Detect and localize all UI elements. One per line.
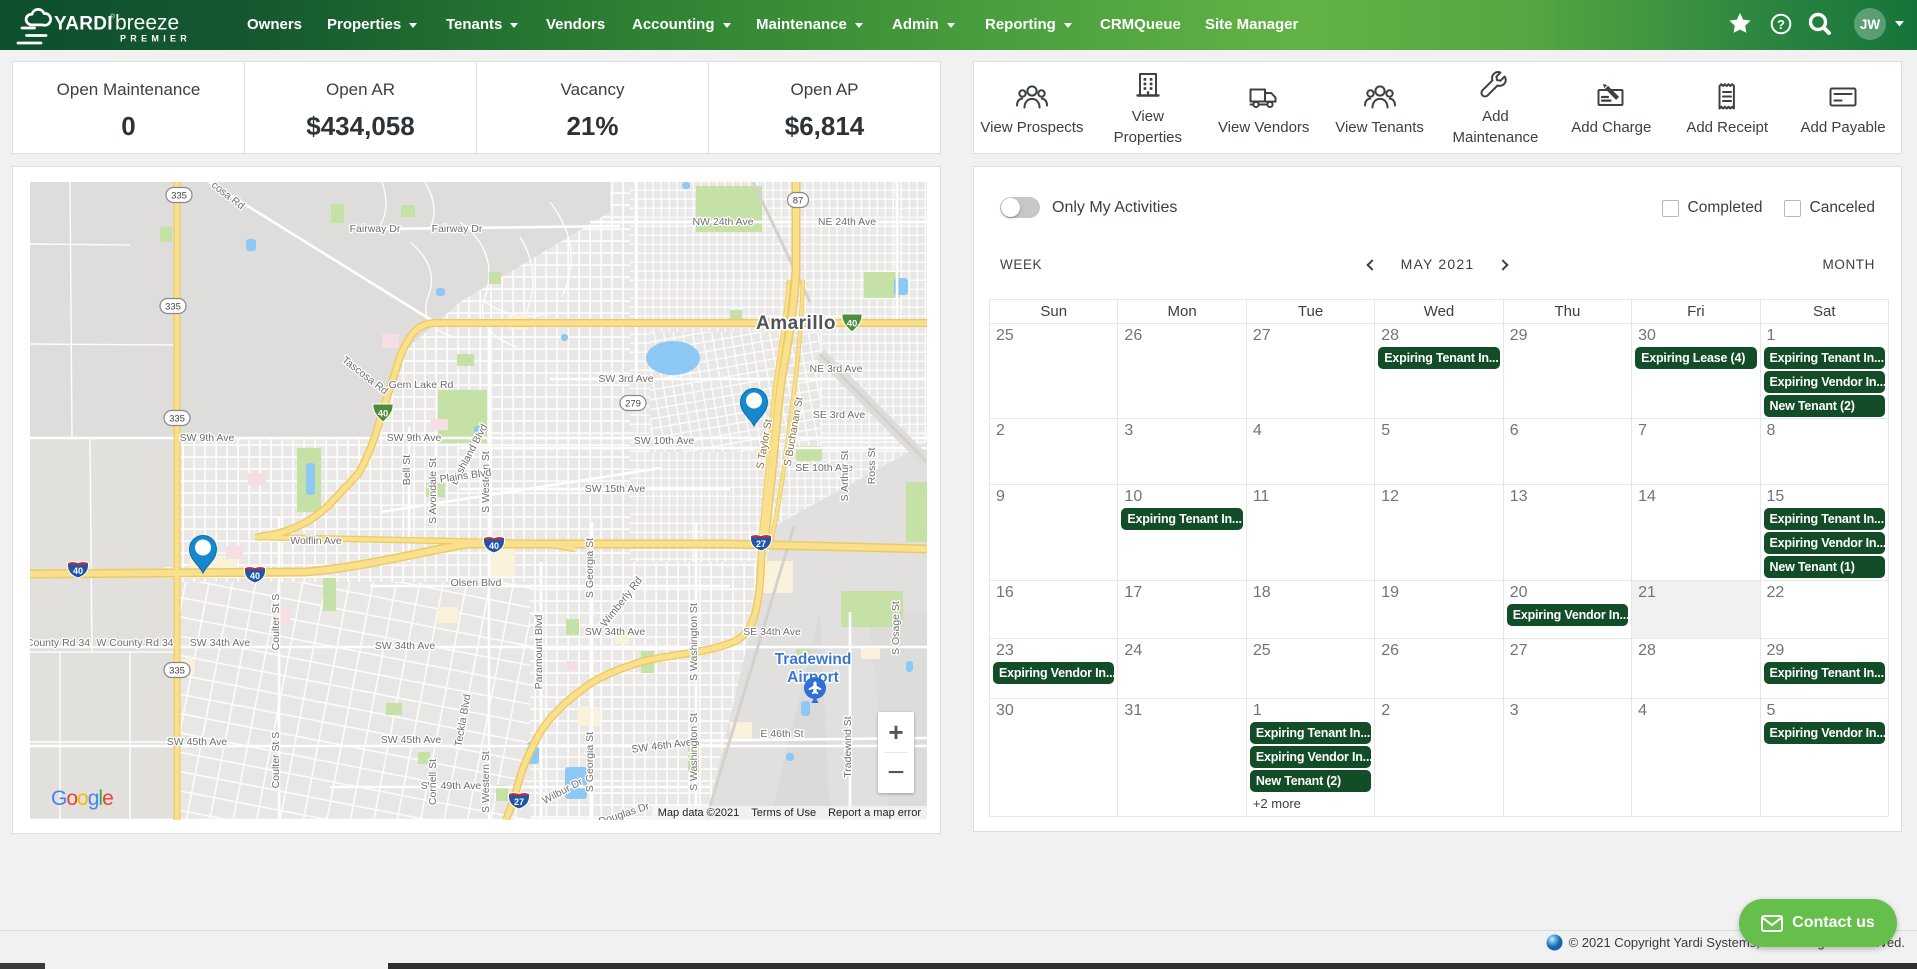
svg-text:40: 40 bbox=[378, 409, 389, 420]
svg-text:NE 24th Ave: NE 24th Ave bbox=[818, 216, 876, 228]
svg-text:Tradewind St: Tradewind St bbox=[842, 716, 854, 778]
svg-text:Tradewind: Tradewind bbox=[775, 651, 852, 668]
svg-text:SE 34th Ave: SE 34th Ave bbox=[743, 626, 801, 638]
svg-text:Coulter St S: Coulter St S bbox=[270, 594, 282, 651]
svg-text:Paramount Blvd: Paramount Blvd bbox=[533, 614, 545, 689]
svg-text:SW 45th Ave: SW 45th Ave bbox=[167, 736, 228, 748]
svg-text:Gem Lake Rd: Gem Lake Rd bbox=[389, 379, 454, 391]
svg-text:SW 3rd Ave: SW 3rd Ave bbox=[598, 373, 653, 385]
svg-text:Ross St: Ross St bbox=[866, 448, 878, 485]
svg-text:NW 24th Ave: NW 24th Ave bbox=[692, 216, 753, 228]
svg-text:S Washington St: S Washington St bbox=[688, 603, 700, 681]
svg-text:40: 40 bbox=[489, 541, 499, 551]
svg-text:SW 34th Ave: SW 34th Ave bbox=[585, 626, 646, 638]
svg-text:40: 40 bbox=[250, 571, 260, 581]
svg-text:SW 10th Ave: SW 10th Ave bbox=[634, 435, 695, 447]
svg-text:JW: JW bbox=[1860, 17, 1881, 32]
svg-text:?: ? bbox=[1777, 17, 1785, 32]
svg-text:S Georgia St: S Georgia St bbox=[584, 732, 596, 792]
svg-text:S Western St: S Western St bbox=[480, 451, 492, 513]
svg-text:40: 40 bbox=[73, 566, 83, 576]
svg-text:SW 15th Ave: SW 15th Ave bbox=[585, 483, 646, 495]
svg-text:S Osage St: S Osage St bbox=[890, 601, 902, 655]
svg-text:Fairway Dr: Fairway Dr bbox=[350, 223, 401, 235]
svg-text:SW 9th Ave: SW 9th Ave bbox=[387, 432, 442, 444]
svg-text:NE 3rd Ave: NE 3rd Ave bbox=[810, 363, 863, 375]
svg-text:Fairway Dr: Fairway Dr bbox=[432, 223, 483, 235]
svg-text:335: 335 bbox=[165, 302, 181, 313]
svg-text:Olsen Blvd: Olsen Blvd bbox=[451, 577, 502, 589]
svg-text:335: 335 bbox=[169, 414, 185, 425]
svg-text:279: 279 bbox=[625, 399, 641, 410]
svg-text:SW 45th Ave: SW 45th Ave bbox=[381, 734, 442, 746]
svg-text:S Washington St: S Washington St bbox=[688, 713, 700, 791]
svg-text:27: 27 bbox=[756, 539, 766, 549]
svg-text:40: 40 bbox=[847, 319, 858, 330]
svg-text:Cornell St: Cornell St bbox=[427, 759, 439, 805]
svg-text:Wolflin Ave: Wolflin Ave bbox=[290, 535, 342, 547]
svg-text:County Rd 34: County Rd 34 bbox=[30, 637, 90, 649]
svg-text:SW 9th Ave: SW 9th Ave bbox=[180, 432, 235, 444]
svg-text:Bell St: Bell St bbox=[401, 455, 413, 485]
svg-text:S Arthur St: S Arthur St bbox=[839, 451, 851, 502]
svg-text:E 46th St: E 46th St bbox=[760, 728, 803, 740]
svg-text:W County Rd 34: W County Rd 34 bbox=[96, 637, 173, 649]
svg-text:Amarillo: Amarillo bbox=[756, 313, 836, 334]
svg-text:87: 87 bbox=[793, 196, 804, 207]
svg-text:S Western St: S Western St bbox=[480, 751, 492, 813]
svg-text:335: 335 bbox=[171, 191, 187, 202]
svg-text:27: 27 bbox=[514, 797, 524, 807]
svg-text:SE 3rd Ave: SE 3rd Ave bbox=[813, 409, 866, 421]
svg-text:335: 335 bbox=[169, 666, 185, 677]
svg-text:SW 34th Ave: SW 34th Ave bbox=[190, 637, 251, 649]
svg-text:Coulter St S: Coulter St S bbox=[270, 732, 282, 789]
svg-text:SW 34th Ave: SW 34th Ave bbox=[375, 640, 436, 652]
svg-text:S Georgia St: S Georgia St bbox=[584, 538, 596, 598]
svg-text:S Avondale St: S Avondale St bbox=[427, 458, 439, 524]
